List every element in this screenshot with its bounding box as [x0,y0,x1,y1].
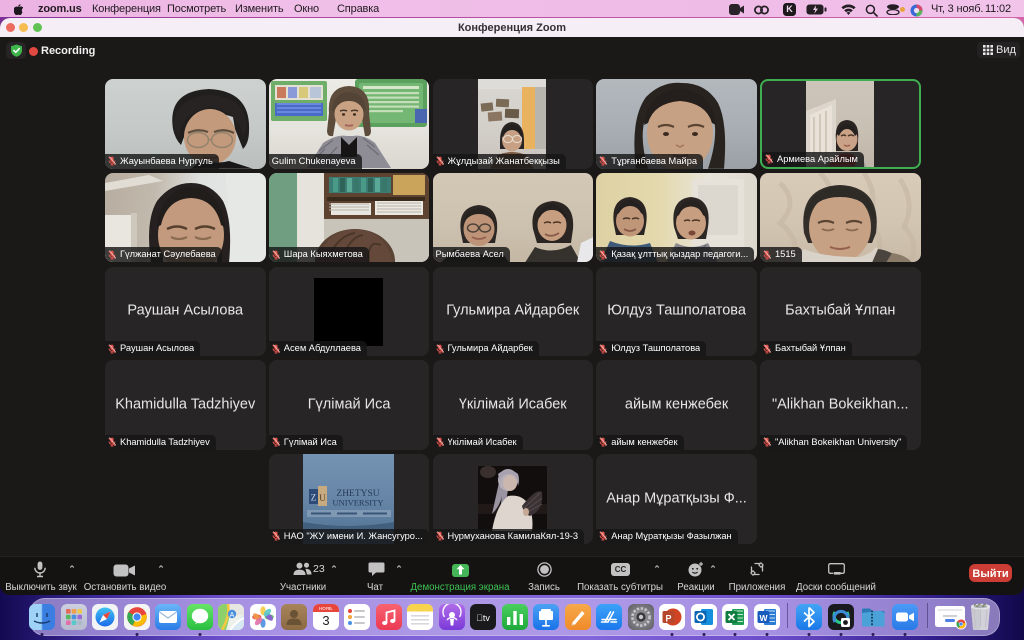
svg-text:U: U [320,493,327,503]
svg-text:tv: tv [476,613,490,623]
svg-text:W: W [759,613,768,623]
svg-text:UNIVERSITY: UNIVERSITY [333,497,384,507]
svg-text:A: A [230,612,235,619]
svg-text:P: P [665,613,671,623]
svg-text:3: 3 [322,613,329,628]
svg-text:Z: Z [311,492,317,502]
svg-text:НОЯБ.: НОЯБ. [318,606,332,611]
